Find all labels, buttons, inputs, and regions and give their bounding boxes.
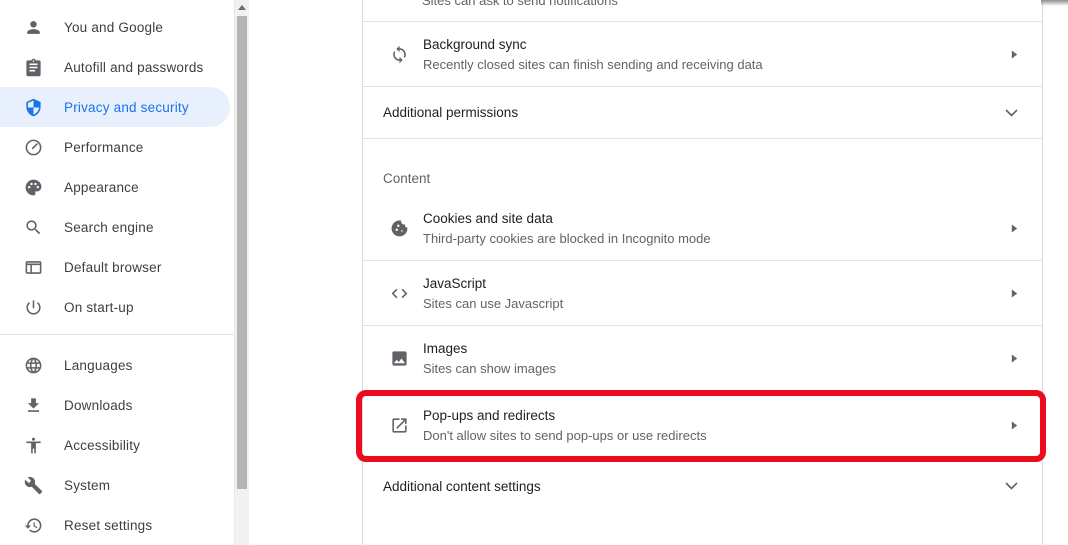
row-popups-and-redirects[interactable]: Pop-ups and redirects Don't allow sites …	[363, 392, 1042, 460]
row-cookies-and-site-data[interactable]: Cookies and site data Third-party cookie…	[363, 196, 1042, 261]
sidebar-item-autofill[interactable]: Autofill and passwords	[0, 47, 234, 87]
wrench-icon	[23, 475, 43, 495]
row-subtitle: Sites can show images	[423, 361, 556, 376]
sidebar-item-label: Downloads	[64, 398, 133, 413]
sidebar-item-reset-settings[interactable]: Reset settings	[0, 505, 234, 545]
row-subtitle: Sites can use Javascript	[423, 296, 563, 311]
sidebar-item-downloads[interactable]: Downloads	[0, 385, 234, 425]
row-images[interactable]: Images Sites can show images	[363, 326, 1042, 392]
chevron-down-icon	[1005, 109, 1018, 117]
sidebar-item-label: Autofill and passwords	[64, 60, 203, 75]
chevron-down-icon	[1005, 482, 1018, 490]
globe-icon	[23, 355, 43, 375]
search-icon	[23, 217, 43, 237]
accessibility-icon	[23, 435, 43, 455]
row-notifications-partial[interactable]: Sites can ask to send notifications	[363, 0, 1042, 22]
arrow-right-icon	[1011, 224, 1018, 233]
sidebar-item-on-startup[interactable]: On start-up	[0, 287, 234, 327]
scrollbar-thumb[interactable]	[237, 16, 247, 489]
row-label: Additional content settings	[383, 479, 541, 494]
code-icon	[389, 283, 409, 303]
sidebar-item-label: Privacy and security	[64, 100, 189, 115]
sidebar-item-label: Performance	[64, 140, 143, 155]
history-icon	[23, 515, 43, 535]
browser-window-icon	[23, 257, 43, 277]
sidebar-item-accessibility[interactable]: Accessibility	[0, 425, 234, 465]
sidebar-item-label: Accessibility	[64, 438, 140, 453]
cookie-icon	[389, 218, 409, 238]
sync-icon	[389, 44, 409, 64]
row-subtitle: Sites can ask to send notifications	[422, 0, 618, 8]
row-title: JavaScript	[423, 276, 563, 291]
row-title: Images	[423, 341, 556, 356]
sidebar-divider	[0, 334, 234, 335]
download-icon	[23, 395, 43, 415]
row-title: Background sync	[423, 37, 763, 52]
row-additional-content-settings[interactable]: Additional content settings	[363, 460, 1042, 512]
sidebar-scrollbar[interactable]	[234, 0, 249, 545]
row-additional-permissions[interactable]: Additional permissions	[363, 87, 1042, 139]
sidebar-item-default-browser[interactable]: Default browser	[0, 247, 234, 287]
sidebar-item-label: Search engine	[64, 220, 154, 235]
image-icon	[389, 349, 409, 369]
sidebar-item-languages[interactable]: Languages	[0, 345, 234, 385]
arrow-right-icon	[1011, 289, 1018, 298]
row-subtitle: Recently closed sites can finish sending…	[423, 57, 763, 72]
sidebar-item-search-engine[interactable]: Search engine	[0, 207, 234, 247]
autofill-icon	[23, 57, 43, 77]
sidebar-item-appearance[interactable]: Appearance	[0, 167, 234, 207]
power-icon	[23, 297, 43, 317]
privacy-security-content-card: Sites can ask to send notifications Back…	[362, 0, 1043, 545]
content-section-header: Content	[363, 139, 1042, 196]
sidebar-item-label: Default browser	[64, 260, 162, 275]
arrow-right-icon	[1011, 421, 1018, 430]
row-subtitle: Third-party cookies are blocked in Incog…	[423, 231, 711, 246]
row-javascript[interactable]: JavaScript Sites can use Javascript	[363, 261, 1042, 326]
row-title: Pop-ups and redirects	[423, 408, 707, 423]
sidebar-item-system[interactable]: System	[0, 465, 234, 505]
row-title: Cookies and site data	[423, 211, 711, 226]
speedometer-icon	[23, 137, 43, 157]
person-icon	[23, 17, 43, 37]
settings-sidebar: You and Google Autofill and passwords Pr…	[0, 0, 234, 545]
open-in-new-icon	[389, 416, 409, 436]
sidebar-item-label: On start-up	[64, 300, 134, 315]
row-subtitle: Don't allow sites to send pop-ups or use…	[423, 428, 707, 443]
palette-icon	[23, 177, 43, 197]
scrollbar-up-button[interactable]	[235, 0, 249, 15]
sidebar-item-label: Reset settings	[64, 518, 152, 533]
sidebar-item-label: You and Google	[64, 20, 163, 35]
sidebar-item-privacy-and-security[interactable]: Privacy and security	[0, 87, 230, 127]
sidebar-item-label: System	[64, 478, 110, 493]
top-right-shadow	[1041, 0, 1068, 6]
row-label: Additional permissions	[383, 105, 518, 120]
shield-icon	[23, 97, 43, 117]
section-header-label: Content	[383, 171, 430, 186]
arrow-right-icon	[1011, 354, 1018, 363]
row-background-sync[interactable]: Background sync Recently closed sites ca…	[363, 22, 1042, 87]
sidebar-item-label: Appearance	[64, 180, 139, 195]
arrow-right-icon	[1011, 50, 1018, 59]
triangle-up-icon	[238, 5, 246, 10]
sidebar-item-label: Languages	[64, 358, 133, 373]
sidebar-item-performance[interactable]: Performance	[0, 127, 234, 167]
sidebar-item-you-and-google[interactable]: You and Google	[0, 7, 234, 47]
